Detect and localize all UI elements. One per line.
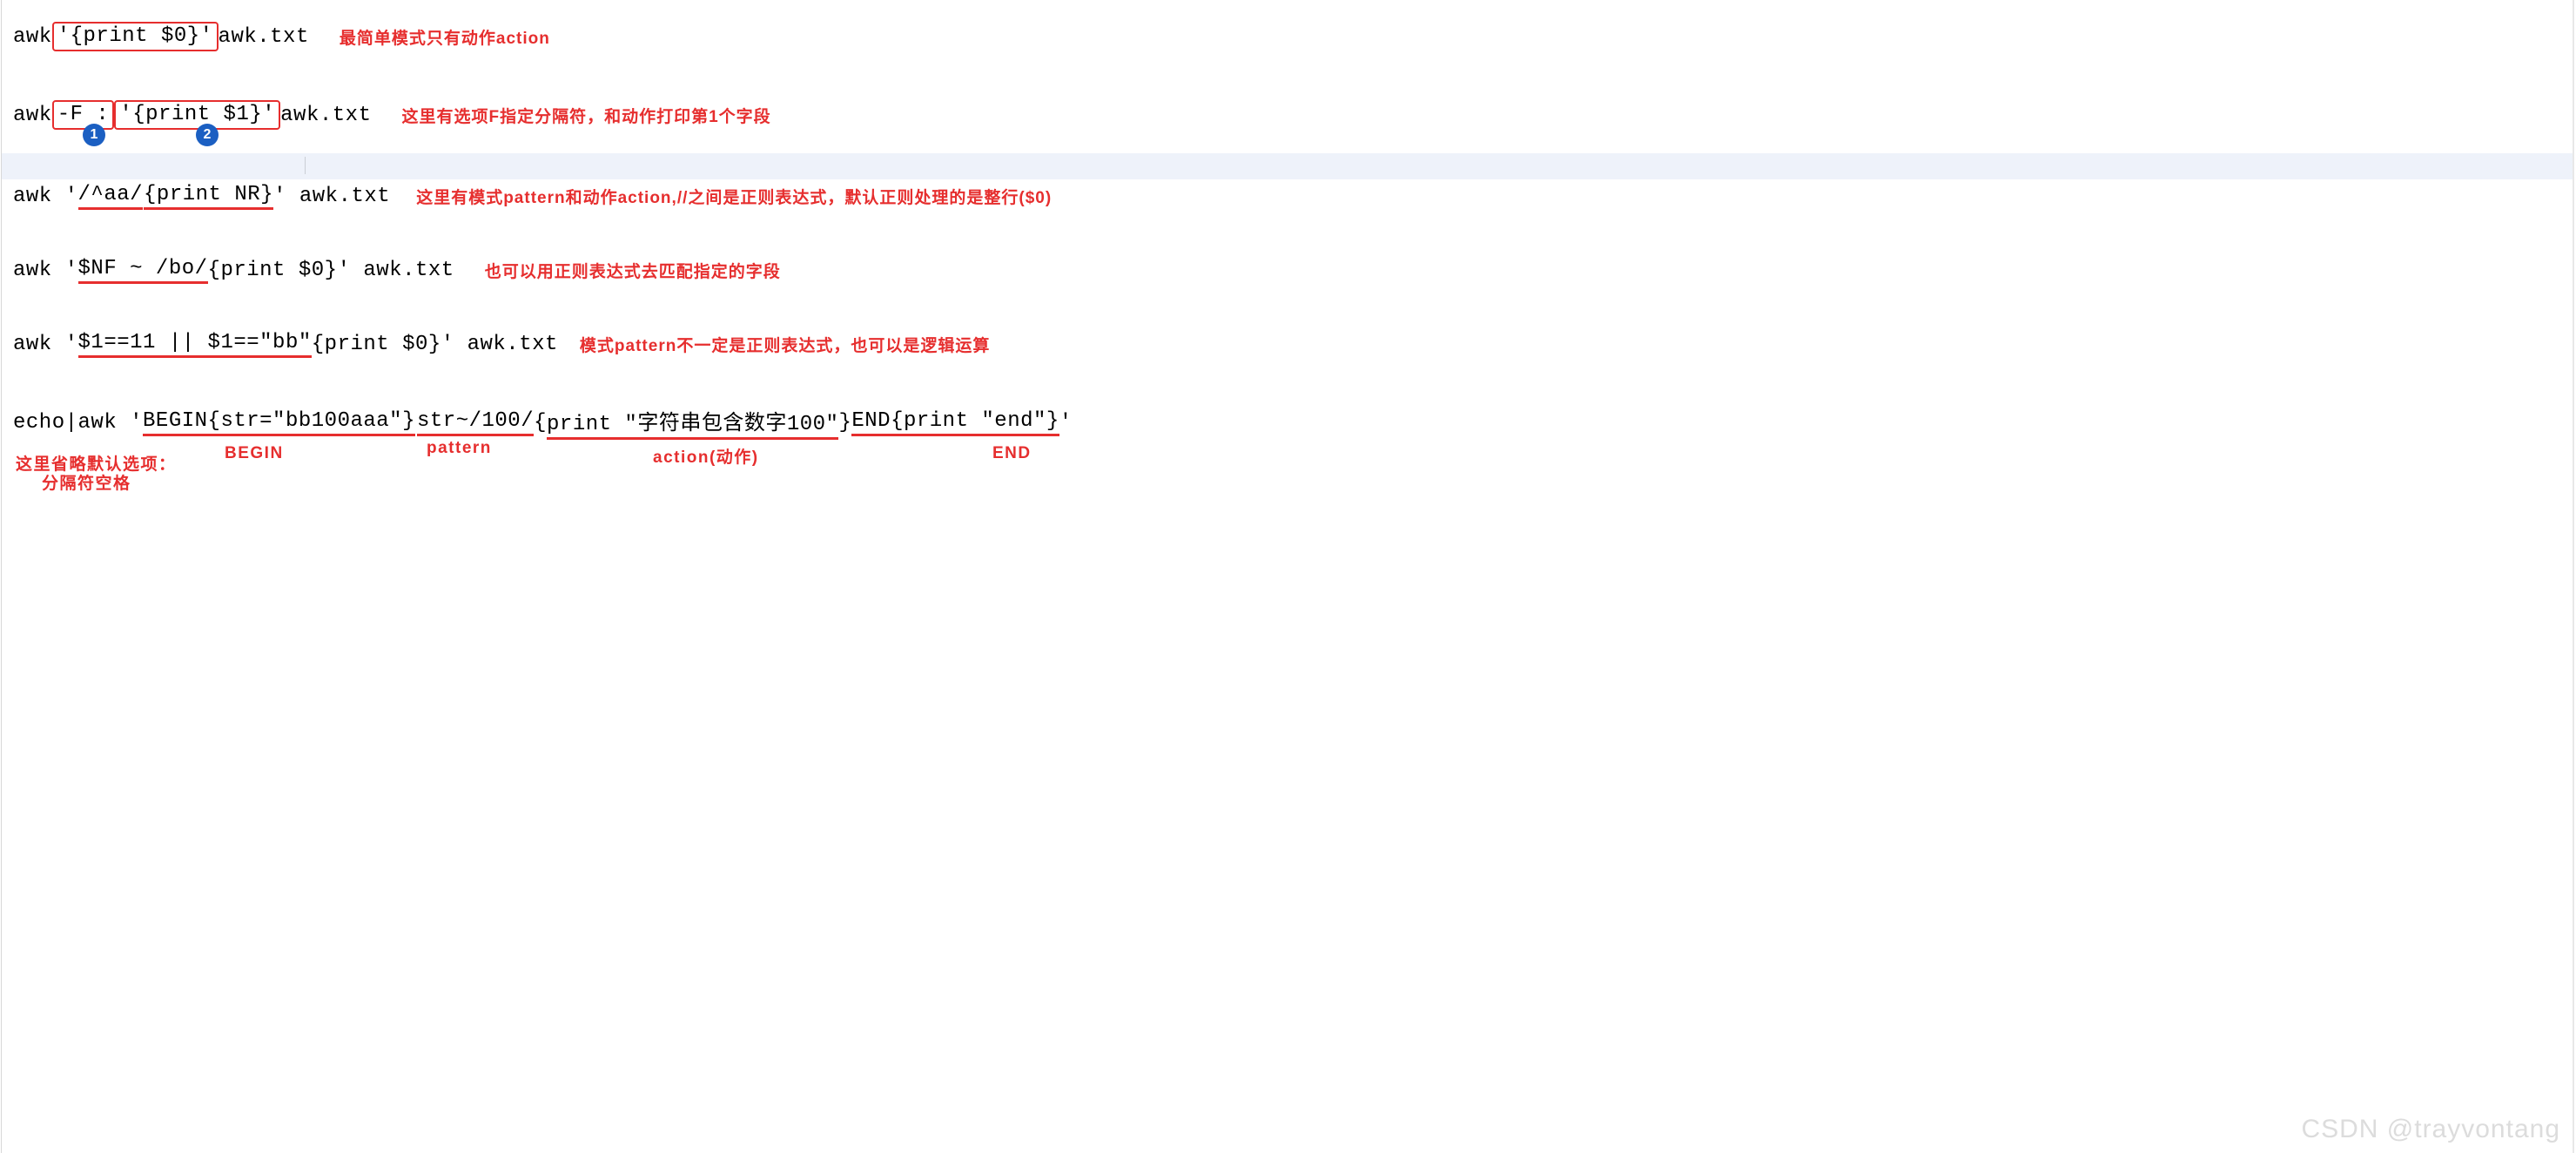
pattern: $NF ~ /bo/ xyxy=(78,257,208,284)
code: awk ' xyxy=(13,185,78,208)
code: awk.txt xyxy=(280,104,371,127)
brace: { xyxy=(534,411,547,435)
code: awk.txt xyxy=(219,25,309,49)
boxed-option: -F : xyxy=(52,100,115,130)
line-3: awk ' /^aa/ {print NR} ' awk.txt 这里有模式pa… xyxy=(13,183,1052,210)
code: awk ' xyxy=(13,259,78,282)
code: ' awk.txt xyxy=(273,185,390,208)
badge-1: 1 xyxy=(83,124,105,146)
line-2: awk -F : '{print $1}' awk.txt 这里有选项F指定分隔… xyxy=(13,100,771,130)
line-6: echo|awk ' BEGIN{str="bb100aaa"} str~/10… xyxy=(13,405,1073,440)
boxed-action: '{print $0}' xyxy=(52,22,219,51)
code: echo|awk ' xyxy=(13,411,143,435)
action-block: print "字符串包含数字100" xyxy=(547,405,838,440)
comment: 也可以用正则表达式去匹配指定的字段 xyxy=(485,259,781,282)
label-begin: BEGIN xyxy=(225,444,284,463)
line-5: awk ' $1==11 || $1=="bb" {print $0}' awk… xyxy=(13,331,990,358)
comment: 这里有选项F指定分隔符，和动作打印第1个字段 xyxy=(401,104,770,127)
brace: } xyxy=(838,411,851,435)
cursor xyxy=(305,157,306,174)
label-end: END xyxy=(992,444,1032,463)
code: awk xyxy=(13,104,52,127)
line-4: awk ' $NF ~ /bo/ {print $0}' awk.txt 也可以… xyxy=(13,257,781,284)
label-action: action(动作) xyxy=(653,444,759,468)
line-1: awk '{print $0}' awk.txt 最简单模式只有动作action xyxy=(13,22,550,51)
pattern-block: str~/100/ xyxy=(417,409,534,436)
action: {print NR} xyxy=(144,183,273,210)
code: {print $0}' awk.txt xyxy=(312,333,558,356)
label-omit-2: 分隔符空格 xyxy=(42,470,131,494)
code: awk ' xyxy=(13,333,78,356)
highlight-row xyxy=(2,153,2573,179)
badge-2: 2 xyxy=(196,124,219,146)
pattern: /^aa/ xyxy=(78,183,144,210)
label-pattern: pattern xyxy=(427,439,492,458)
comment: 最简单模式只有动作action xyxy=(340,25,550,49)
watermark: CSDN @trayvontang xyxy=(2301,1115,2560,1144)
code: awk xyxy=(13,25,52,49)
pattern: $1==11 || $1=="bb" xyxy=(78,331,312,358)
boxed-action: '{print $1}' xyxy=(114,100,280,130)
begin-block: BEGIN{str="bb100aaa"} xyxy=(143,409,415,436)
end-block: END{print "end"} xyxy=(851,409,1059,436)
comment: 这里有模式pattern和动作action,//之间是正则表达式，默认正则处理的… xyxy=(416,185,1052,208)
code: ' xyxy=(1059,411,1073,435)
right-border xyxy=(2573,0,2574,1153)
code: {print $0}' awk.txt xyxy=(208,259,454,282)
comment: 模式pattern不一定是正则表达式，也可以是逻辑运算 xyxy=(580,333,990,356)
